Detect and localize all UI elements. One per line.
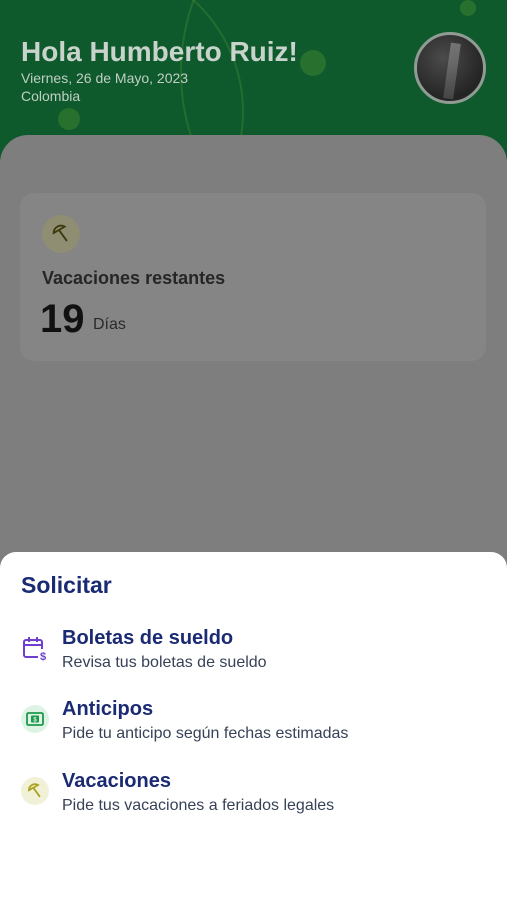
avatar[interactable]: [414, 32, 486, 104]
svg-text:$: $: [40, 651, 46, 662]
umbrella-icon: [42, 215, 80, 253]
request-bottom-sheet: Solicitar $ Boletas de sueldo Revisa tus…: [0, 552, 507, 900]
item-subtitle: Pide tu anticipo según fechas estimadas: [62, 725, 349, 742]
item-title: Anticipos: [62, 698, 154, 720]
item-subtitle: Revisa tus boletas de sueldo: [62, 654, 267, 671]
remaining-days-value: 19: [40, 297, 85, 341]
header-decoration: [58, 108, 80, 130]
request-item-vacations[interactable]: Vacaciones Pide tus vacaciones a feriado…: [0, 770, 507, 830]
item-title: Vacaciones: [62, 770, 171, 792]
header-decoration: [460, 0, 476, 16]
item-subtitle: Pide tus vacaciones a feriados legales: [62, 797, 335, 814]
request-item-advances[interactable]: $ Anticipos Pide tu anticipo según fecha…: [0, 698, 507, 758]
remaining-days-unit: Días: [93, 316, 126, 333]
request-item-payslips[interactable]: $ Boletas de sueldo Revisa tus boletas d…: [0, 627, 507, 687]
umbrella-icon: [21, 777, 49, 805]
item-title: Boletas de sueldo: [62, 627, 234, 649]
sheet-title: Solicitar: [21, 572, 112, 598]
calendar-money-icon: $: [21, 634, 49, 662]
current-date: Viernes, 26 de Mayo, 2023: [21, 70, 189, 86]
cash-icon: $: [21, 705, 49, 733]
header-decoration: [300, 50, 326, 76]
card-title: Vacaciones restantes: [42, 268, 226, 288]
greeting-title: Hola Humberto Ruiz!: [21, 36, 298, 67]
country-label: Colombia: [21, 88, 81, 104]
vacation-balance-card[interactable]: Vacaciones restantes 19 Días: [20, 193, 486, 361]
